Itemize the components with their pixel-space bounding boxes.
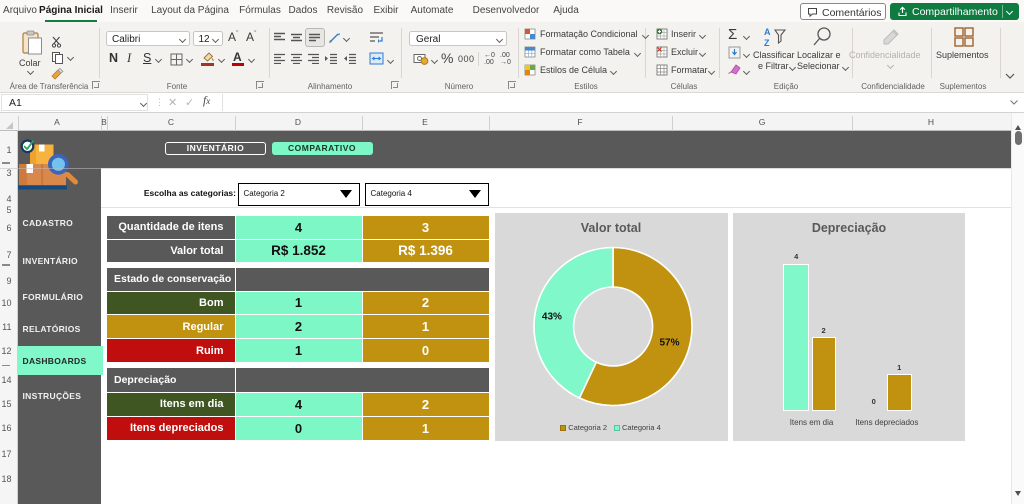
svg-text:Z: Z: [764, 38, 770, 48]
svg-text:A: A: [764, 27, 771, 37]
